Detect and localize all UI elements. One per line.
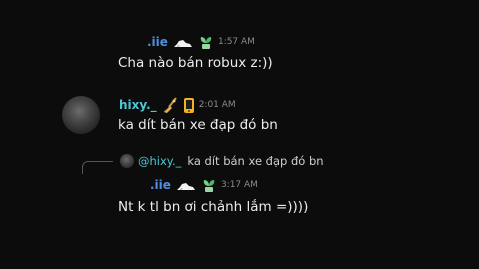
cloud-icon[interactable]	[172, 36, 194, 48]
phone-icon[interactable]	[183, 97, 195, 114]
message-content: Cha nào bán robux z:))	[118, 55, 273, 71]
timestamp: 2:01 AM	[198, 100, 236, 110]
message-header: .iie 1:57 AM	[147, 34, 255, 50]
message-content: ka dít bán xe đạp đó bn	[118, 117, 278, 133]
plant-icon[interactable]	[198, 34, 214, 50]
username[interactable]: hixy._	[119, 98, 157, 112]
reply-avatar	[120, 154, 134, 168]
timestamp: 3:17 AM	[220, 180, 258, 190]
message-header: hixy._ 2:01 AM	[119, 96, 236, 114]
plant-icon[interactable]	[201, 177, 217, 193]
message-header: .iie 3:17 AM	[150, 177, 258, 193]
reply-text[interactable]: ka dít bán xe đạp đó bn	[187, 154, 323, 168]
message-content: Nt k tl bn ơi chảnh lắm =))))	[118, 199, 309, 215]
timestamp: 1:57 AM	[217, 37, 255, 47]
reply-preview[interactable]: @hixy._ ka dít bán xe đạp đó bn	[120, 154, 324, 168]
username[interactable]: .iie	[150, 178, 171, 192]
avatar[interactable]	[62, 96, 100, 134]
reply-mention[interactable]: @hixy._	[138, 154, 181, 168]
reply-spine	[82, 161, 113, 174]
broom-icon[interactable]	[161, 96, 179, 114]
cloud-icon[interactable]	[175, 179, 197, 191]
username[interactable]: .iie	[147, 35, 168, 49]
